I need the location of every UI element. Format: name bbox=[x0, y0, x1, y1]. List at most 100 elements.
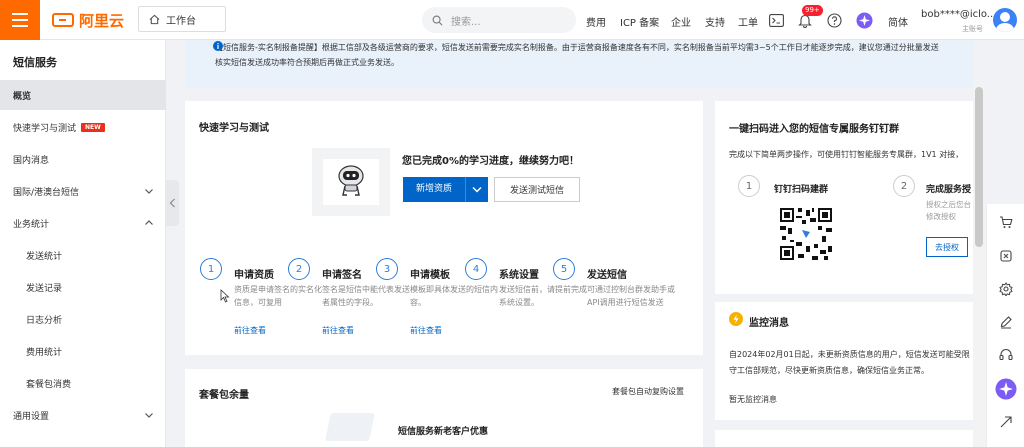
sidebar-item-label: 发送记录 bbox=[26, 283, 63, 294]
monitor-text-line1: 自2024年02月01日起，未更新资质信息的用户，短信发送可能受限 bbox=[729, 350, 970, 359]
dropdown-arrow[interactable] bbox=[466, 186, 488, 193]
sidebar-item-domestic[interactable]: 国内消息 bbox=[0, 144, 166, 174]
search-placeholder: 搜索... bbox=[451, 16, 481, 28]
dingtalk-step-2-number: 2 bbox=[893, 175, 915, 197]
menu-icon[interactable] bbox=[0, 0, 40, 40]
step-3-number: 3 bbox=[376, 258, 398, 280]
step-5-number: 5 bbox=[553, 258, 575, 280]
qr-code[interactable] bbox=[778, 206, 834, 262]
aliyun-logo[interactable]: 阿里云 bbox=[52, 10, 124, 30]
step-2-title: 申请签名 bbox=[322, 270, 362, 281]
sidebar-item-stats[interactable]: 业务统计 bbox=[0, 208, 166, 238]
workbench-button[interactable]: 工作台 bbox=[138, 6, 226, 32]
go-authorize-label: 去授权 bbox=[935, 242, 959, 252]
notice-text: 【短信服务-实名制报备提醒】根据工信部及各级运营商的要求，短信发送前需要完成实名… bbox=[215, 43, 939, 67]
sidebar-item-quick-learn[interactable]: 快速学习与测试 NEW bbox=[0, 112, 166, 142]
share-icon[interactable] bbox=[998, 248, 1014, 264]
monitor-text-line2: 守工信部规范，尽快更新资质信息，确保短信业务正常。 bbox=[729, 366, 929, 375]
mouse-cursor-icon bbox=[220, 289, 230, 303]
sidebar-item-cost-stats[interactable]: 费用统计 bbox=[0, 336, 166, 366]
user-role: 主账号 bbox=[962, 25, 983, 33]
sidebar-item-international[interactable]: 国际/港澳台短信 bbox=[0, 176, 166, 206]
promo-illustration bbox=[325, 413, 375, 441]
nav-enterprise[interactable]: 企业 bbox=[671, 14, 691, 29]
step-1-link[interactable]: 前往查看 bbox=[234, 325, 266, 336]
learn-illustration bbox=[312, 148, 390, 216]
edit-icon[interactable] bbox=[998, 314, 1014, 330]
sidebar-collapse-toggle[interactable] bbox=[166, 180, 179, 226]
sidebar-item-send-records[interactable]: 发送记录 bbox=[0, 272, 166, 302]
step-5-title: 发送短信 bbox=[587, 270, 627, 281]
search-input[interactable]: 搜索... bbox=[422, 7, 576, 33]
progress-text: 您已完成0%的学习进度，继续努力吧！ bbox=[402, 156, 579, 167]
sidebar-item-label: 国际/港澳台短信 bbox=[13, 187, 80, 198]
realname-notice-banner: 【短信服务-实名制报备提醒】根据工信部及各级运营商的要求，短信发送前需要完成实名… bbox=[185, 40, 973, 88]
chevron-up-icon bbox=[145, 220, 153, 225]
go-authorize-button[interactable]: 去授权 bbox=[926, 237, 968, 257]
user-name[interactable]: bob****@iclo... bbox=[921, 9, 996, 20]
chevron-down-icon bbox=[145, 413, 153, 418]
floating-toolbar bbox=[986, 204, 1024, 447]
step-4-number: 4 bbox=[465, 258, 487, 280]
nav-icp[interactable]: ICP 备案 bbox=[620, 14, 659, 29]
step-5-desc: 可通过控制台群发助手或API调用进行短信发送 bbox=[587, 285, 675, 307]
add-qualification-button[interactable]: 新增资质 bbox=[403, 177, 488, 202]
dingtalk-desc: 完成以下简单两步操作，可使用钉钉智能服务专属群，1V1 对接， bbox=[729, 150, 964, 159]
chevron-down-icon bbox=[145, 189, 153, 194]
dingtalk-step-1-number: 1 bbox=[738, 175, 760, 197]
avatar[interactable] bbox=[993, 8, 1017, 32]
send-test-sms-button[interactable]: 发送测试短信 bbox=[494, 177, 580, 202]
sidebar-item-general-settings[interactable]: 通用设置 bbox=[0, 400, 166, 430]
top-bar: 阿里云 工作台 搜索... 费用 ICP 备案 企业 支持 工单 99+ 简体 … bbox=[0, 0, 1024, 40]
search-icon bbox=[432, 15, 443, 25]
logo-text: 阿里云 bbox=[79, 11, 125, 30]
terminal-icon[interactable] bbox=[767, 11, 785, 29]
nav-billing[interactable]: 费用 bbox=[586, 14, 606, 29]
sidebar-item-overview[interactable]: 概览 bbox=[0, 80, 166, 110]
chevron-left-icon bbox=[169, 198, 175, 208]
step-2-link[interactable]: 前往查看 bbox=[322, 325, 354, 336]
sidebar-item-label: 国内消息 bbox=[13, 155, 50, 166]
settings-icon[interactable] bbox=[998, 281, 1014, 297]
promo-text: 短信服务新老客户优惠 bbox=[398, 427, 489, 437]
sidebar-item-label: 费用统计 bbox=[26, 347, 63, 358]
dingtalk-step-1-title: 钉钉扫码建群 bbox=[774, 185, 829, 195]
ai-assistant-icon[interactable] bbox=[855, 11, 873, 29]
language-switch[interactable]: 简体 bbox=[888, 14, 908, 29]
page-scrollbar[interactable] bbox=[973, 85, 985, 447]
lightning-icon bbox=[729, 312, 743, 326]
sidebar-item-label: 业务统计 bbox=[13, 219, 50, 230]
bottom-right-card bbox=[715, 430, 973, 447]
help-icon[interactable] bbox=[825, 11, 843, 29]
sidebar-item-log-analysis[interactable]: 日志分析 bbox=[0, 304, 166, 334]
assistant-icon[interactable] bbox=[995, 378, 1017, 400]
step-3-link[interactable]: 前往查看 bbox=[410, 325, 442, 336]
step-4-desc: 发送短信前，请提前完成系统设置。 bbox=[499, 285, 587, 307]
sidebar-item-label: 日志分析 bbox=[26, 315, 63, 326]
sidebar-item-send-stats[interactable]: 发送统计 bbox=[0, 240, 166, 270]
robot-icon bbox=[338, 165, 364, 196]
sidebar-item-label: 概览 bbox=[13, 91, 32, 102]
auto-renew-link[interactable]: 套餐包自动复购设置 bbox=[612, 386, 684, 397]
cart-icon[interactable] bbox=[998, 214, 1014, 230]
home-icon bbox=[149, 14, 160, 24]
monitor-title: 监控消息 bbox=[749, 318, 789, 329]
info-icon bbox=[213, 41, 223, 51]
chevron-down-icon bbox=[472, 186, 482, 193]
package-title: 套餐包余量 bbox=[199, 390, 249, 401]
nav-ticket[interactable]: 工单 bbox=[738, 14, 758, 29]
sidebar-item-label: 快速学习与测试 bbox=[13, 123, 77, 134]
send-test-sms-label: 发送测试短信 bbox=[509, 186, 564, 196]
step-1-title: 申请资质 bbox=[234, 270, 274, 281]
scroll-thumb[interactable] bbox=[975, 87, 983, 247]
nav-support[interactable]: 支持 bbox=[705, 14, 725, 29]
step-3-desc: 模板即具体发送的短信内容。 bbox=[410, 285, 498, 307]
collapse-icon[interactable] bbox=[998, 414, 1014, 430]
sidebar-item-label: 套餐包消费 bbox=[26, 379, 72, 390]
sidebar-item-package-consumption[interactable]: 套餐包消费 bbox=[0, 368, 166, 398]
headset-icon[interactable] bbox=[998, 347, 1014, 363]
step-1-number: 1 bbox=[200, 258, 222, 280]
step-2-desc: 签名是短信中能代表发送者属性的字段。 bbox=[322, 285, 410, 307]
dingtalk-step-2-title: 完成服务授 bbox=[926, 185, 972, 195]
dingtalk-step-2-desc: 授权之后您台修改授权 bbox=[926, 200, 971, 221]
